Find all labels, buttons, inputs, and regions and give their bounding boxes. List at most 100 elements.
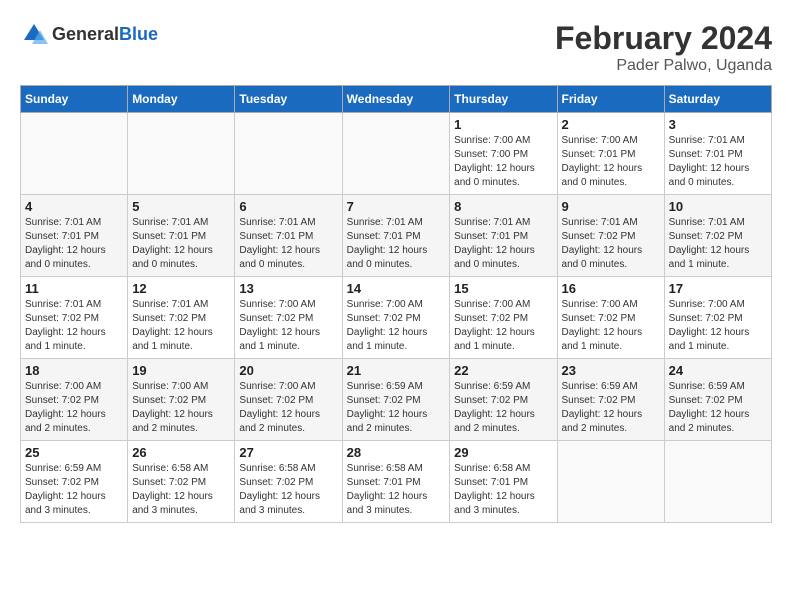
- calendar-week-row: 18 Sunrise: 7:00 AM Sunset: 7:02 PM Dayl…: [21, 359, 772, 441]
- day-number: 21: [347, 363, 446, 378]
- logo-icon: [20, 20, 48, 48]
- daylight: Daylight: 12 hours and 2 minutes.: [239, 409, 320, 434]
- sunset: Sunset: 7:02 PM: [454, 395, 528, 406]
- daylight: Daylight: 12 hours and 0 minutes.: [562, 245, 643, 270]
- day-number: 17: [669, 281, 767, 296]
- sunset: Sunset: 7:02 PM: [454, 313, 528, 324]
- day-number: 11: [25, 281, 123, 296]
- sunset: Sunset: 7:02 PM: [25, 477, 99, 488]
- daylight: Daylight: 12 hours and 0 minutes.: [562, 163, 643, 188]
- calendar-cell: 12 Sunrise: 7:01 AM Sunset: 7:02 PM Dayl…: [128, 277, 235, 359]
- day-info: Sunrise: 7:01 AM Sunset: 7:01 PM Dayligh…: [454, 216, 552, 272]
- day-number: 26: [132, 445, 230, 460]
- main-title: February 2024: [555, 20, 772, 57]
- sunset: Sunset: 7:02 PM: [562, 231, 636, 242]
- sunset: Sunset: 7:02 PM: [25, 395, 99, 406]
- calendar-cell: 23 Sunrise: 6:59 AM Sunset: 7:02 PM Dayl…: [557, 359, 664, 441]
- daylight: Daylight: 12 hours and 2 minutes.: [25, 409, 106, 434]
- sunrise: Sunrise: 6:58 AM: [454, 463, 530, 474]
- calendar-table: SundayMondayTuesdayWednesdayThursdayFrid…: [20, 85, 772, 523]
- day-info: Sunrise: 7:00 AM Sunset: 7:02 PM Dayligh…: [25, 380, 123, 436]
- header-row: SundayMondayTuesdayWednesdayThursdayFrid…: [21, 86, 772, 113]
- title-area: February 2024 Pader Palwo, Uganda: [555, 20, 772, 75]
- day-info: Sunrise: 6:59 AM Sunset: 7:02 PM Dayligh…: [562, 380, 660, 436]
- calendar-cell: 3 Sunrise: 7:01 AM Sunset: 7:01 PM Dayli…: [664, 113, 771, 195]
- sunset: Sunset: 7:02 PM: [25, 313, 99, 324]
- sunrise: Sunrise: 7:01 AM: [669, 135, 745, 146]
- sunset: Sunset: 7:02 PM: [562, 313, 636, 324]
- calendar-cell: 19 Sunrise: 7:00 AM Sunset: 7:02 PM Dayl…: [128, 359, 235, 441]
- calendar-cell: [235, 113, 342, 195]
- daylight: Daylight: 12 hours and 1 minute.: [132, 327, 213, 352]
- daylight: Daylight: 12 hours and 3 minutes.: [239, 491, 320, 516]
- sunrise: Sunrise: 7:00 AM: [25, 381, 101, 392]
- calendar-cell: 5 Sunrise: 7:01 AM Sunset: 7:01 PM Dayli…: [128, 195, 235, 277]
- day-number: 4: [25, 199, 123, 214]
- sunrise: Sunrise: 6:59 AM: [454, 381, 530, 392]
- sunrise: Sunrise: 6:59 AM: [347, 381, 423, 392]
- calendar-week-row: 25 Sunrise: 6:59 AM Sunset: 7:02 PM Dayl…: [21, 441, 772, 523]
- day-number: 9: [562, 199, 660, 214]
- calendar-cell: 18 Sunrise: 7:00 AM Sunset: 7:02 PM Dayl…: [21, 359, 128, 441]
- daylight: Daylight: 12 hours and 1 minute.: [347, 327, 428, 352]
- weekday-header: Wednesday: [342, 86, 450, 113]
- sunrise: Sunrise: 6:59 AM: [562, 381, 638, 392]
- calendar-cell: 7 Sunrise: 7:01 AM Sunset: 7:01 PM Dayli…: [342, 195, 450, 277]
- calendar-cell: 2 Sunrise: 7:00 AM Sunset: 7:01 PM Dayli…: [557, 113, 664, 195]
- logo-blue: Blue: [119, 24, 158, 44]
- day-info: Sunrise: 7:01 AM Sunset: 7:02 PM Dayligh…: [25, 298, 123, 354]
- calendar-cell: 9 Sunrise: 7:01 AM Sunset: 7:02 PM Dayli…: [557, 195, 664, 277]
- sunset: Sunset: 7:01 PM: [347, 477, 421, 488]
- daylight: Daylight: 12 hours and 2 minutes.: [454, 409, 535, 434]
- calendar-week-row: 1 Sunrise: 7:00 AM Sunset: 7:00 PM Dayli…: [21, 113, 772, 195]
- day-info: Sunrise: 7:01 AM Sunset: 7:02 PM Dayligh…: [132, 298, 230, 354]
- sunset: Sunset: 7:02 PM: [132, 313, 206, 324]
- daylight: Daylight: 12 hours and 0 minutes.: [454, 163, 535, 188]
- daylight: Daylight: 12 hours and 0 minutes.: [669, 163, 750, 188]
- sunrise: Sunrise: 7:01 AM: [454, 217, 530, 228]
- calendar-cell: 13 Sunrise: 7:00 AM Sunset: 7:02 PM Dayl…: [235, 277, 342, 359]
- day-number: 19: [132, 363, 230, 378]
- day-number: 24: [669, 363, 767, 378]
- daylight: Daylight: 12 hours and 0 minutes.: [454, 245, 535, 270]
- sunset: Sunset: 7:01 PM: [454, 231, 528, 242]
- calendar-cell: 29 Sunrise: 6:58 AM Sunset: 7:01 PM Dayl…: [450, 441, 557, 523]
- day-number: 22: [454, 363, 552, 378]
- weekday-header: Friday: [557, 86, 664, 113]
- day-number: 15: [454, 281, 552, 296]
- sunrise: Sunrise: 7:00 AM: [669, 299, 745, 310]
- daylight: Daylight: 12 hours and 2 minutes.: [669, 409, 750, 434]
- sunset: Sunset: 7:01 PM: [454, 477, 528, 488]
- day-number: 7: [347, 199, 446, 214]
- daylight: Daylight: 12 hours and 3 minutes.: [25, 491, 106, 516]
- calendar-cell: [128, 113, 235, 195]
- sunset: Sunset: 7:02 PM: [239, 477, 313, 488]
- calendar-cell: 24 Sunrise: 6:59 AM Sunset: 7:02 PM Dayl…: [664, 359, 771, 441]
- sunset: Sunset: 7:02 PM: [239, 313, 313, 324]
- sunrise: Sunrise: 6:59 AM: [669, 381, 745, 392]
- logo: GeneralBlue: [20, 20, 158, 48]
- weekday-header: Saturday: [664, 86, 771, 113]
- header: GeneralBlue February 2024 Pader Palwo, U…: [20, 20, 772, 75]
- sunrise: Sunrise: 6:58 AM: [132, 463, 208, 474]
- day-info: Sunrise: 6:58 AM Sunset: 7:01 PM Dayligh…: [347, 462, 446, 518]
- sunset: Sunset: 7:01 PM: [132, 231, 206, 242]
- daylight: Daylight: 12 hours and 2 minutes.: [132, 409, 213, 434]
- calendar-cell: 8 Sunrise: 7:01 AM Sunset: 7:01 PM Dayli…: [450, 195, 557, 277]
- calendar-cell: [21, 113, 128, 195]
- sunrise: Sunrise: 6:58 AM: [347, 463, 423, 474]
- daylight: Daylight: 12 hours and 0 minutes.: [239, 245, 320, 270]
- logo-general: General: [52, 24, 119, 44]
- sunset: Sunset: 7:00 PM: [454, 149, 528, 160]
- day-info: Sunrise: 7:00 AM Sunset: 7:02 PM Dayligh…: [562, 298, 660, 354]
- calendar-cell: 26 Sunrise: 6:58 AM Sunset: 7:02 PM Dayl…: [128, 441, 235, 523]
- sunset: Sunset: 7:02 PM: [669, 395, 743, 406]
- sunset: Sunset: 7:02 PM: [669, 313, 743, 324]
- calendar-cell: [557, 441, 664, 523]
- calendar-cell: 22 Sunrise: 6:59 AM Sunset: 7:02 PM Dayl…: [450, 359, 557, 441]
- daylight: Daylight: 12 hours and 1 minute.: [239, 327, 320, 352]
- daylight: Daylight: 12 hours and 2 minutes.: [562, 409, 643, 434]
- calendar-cell: 1 Sunrise: 7:00 AM Sunset: 7:00 PM Dayli…: [450, 113, 557, 195]
- calendar-week-row: 4 Sunrise: 7:01 AM Sunset: 7:01 PM Dayli…: [21, 195, 772, 277]
- daylight: Daylight: 12 hours and 1 minute.: [669, 327, 750, 352]
